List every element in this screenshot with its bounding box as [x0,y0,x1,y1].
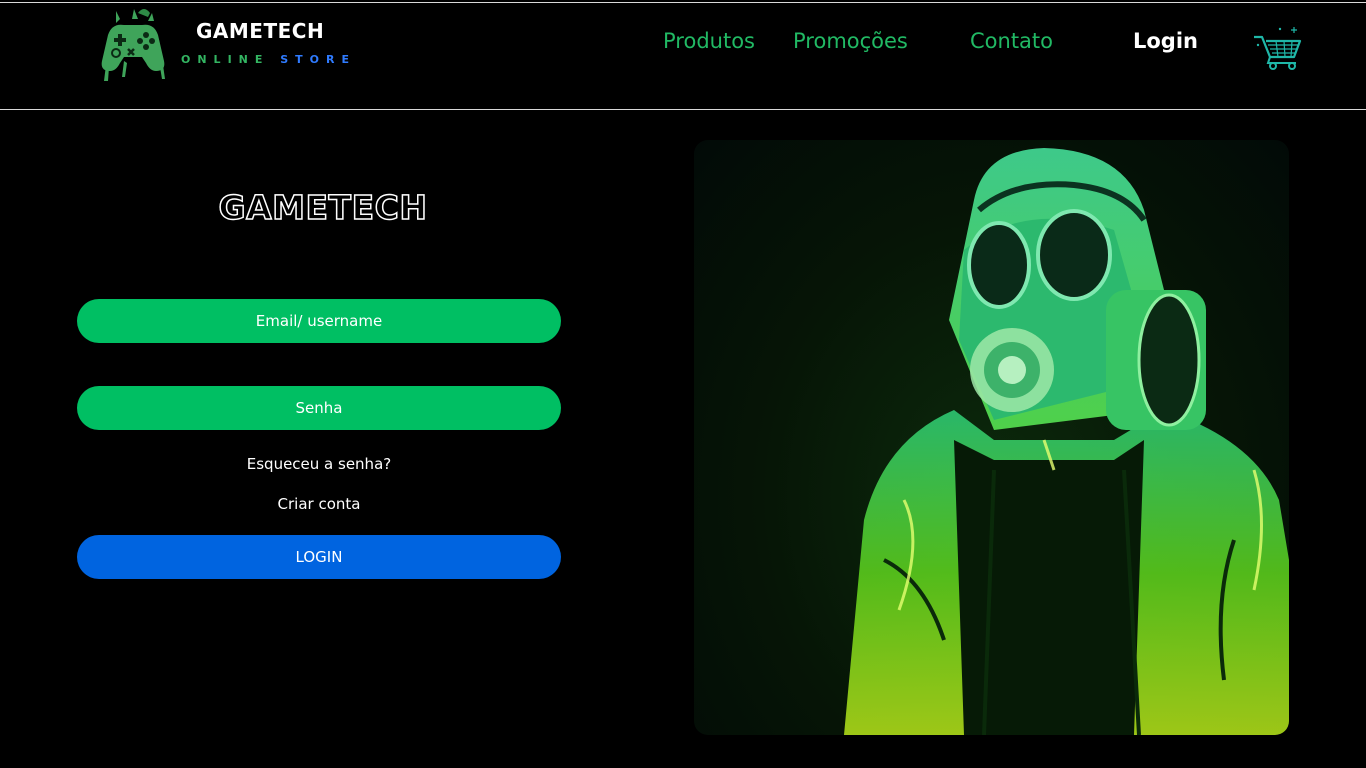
nav-link-promocoes[interactable]: Promoções [793,29,908,53]
login-brand-title: GAMETECH [218,187,428,228]
logo-subtitle-store: STORE [280,53,356,66]
logo-title: GAMETECH [196,19,325,43]
gamepad-icon [101,9,165,81]
logo[interactable]: GAMETECH ONLINE STORE [92,3,362,87]
shopping-cart-icon[interactable] [1250,23,1304,71]
hero-image [694,140,1289,735]
site-header: GAMETECH ONLINE STORE Produtos Promoções… [0,2,1366,110]
nav-link-contato[interactable]: Contato [970,29,1053,53]
login-button[interactable]: LOGIN [77,535,561,579]
logo-subtitle: ONLINE STORE [181,53,356,66]
nav-link-login[interactable]: Login [1133,29,1198,53]
create-account-link[interactable]: Criar conta [77,495,561,513]
forgot-password-link[interactable]: Esqueceu a senha? [77,455,561,473]
nav-link-produtos[interactable]: Produtos [663,29,755,53]
password-input[interactable] [77,386,561,430]
email-username-input[interactable] [77,299,561,343]
logo-subtitle-online: ONLINE [181,53,270,66]
gas-mask-figure-illustration [844,148,1289,735]
